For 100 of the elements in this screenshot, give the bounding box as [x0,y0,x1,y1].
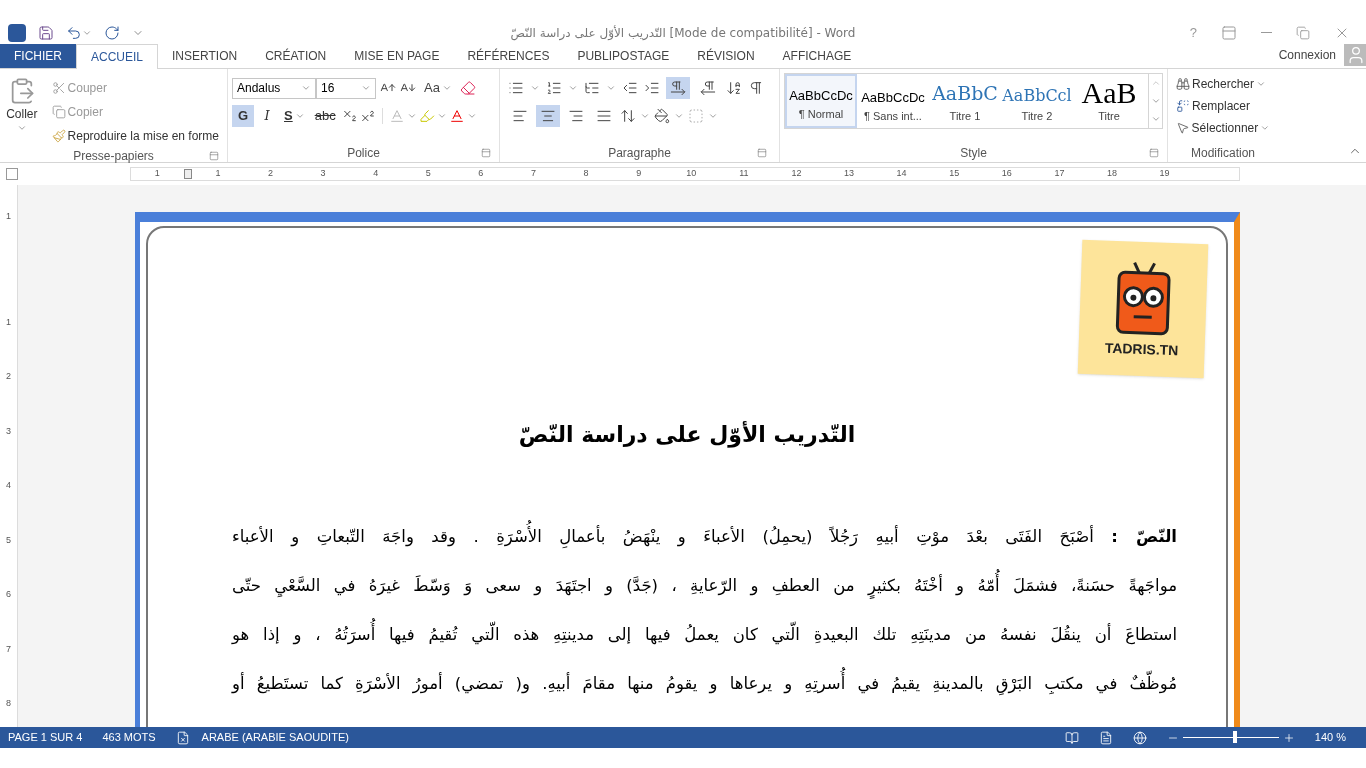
align-icon [568,108,584,124]
save-icon [38,24,54,41]
ribbon-tab[interactable]: MISE EN PAGE [340,44,454,68]
superscript-icon [359,108,376,124]
word-count[interactable]: 463 MOTS [102,729,156,746]
ruler-number: 14 [895,167,908,181]
style-gallery-item[interactable]: AaBbCcl Titre 2 [1001,74,1073,128]
ruler-number: 4 [6,479,11,492]
select-button[interactable]: Sélectionner [1172,117,1274,139]
format-painter-button[interactable]: Reproduire la mise en forme [47,125,223,147]
scroll-up-icon [1150,78,1161,88]
ruler-number: 12 [790,167,803,181]
pilcrow-arrow-icon [700,80,716,96]
caret-icon [708,111,718,121]
highlighter-icon [418,108,435,124]
paragraph-line: مواجَهةً حسَنةً، فشمَلَ أُمّهُ و أخْتَهُ بكثيرٍ من العطفِ و الرّعايةِ ، (جَدَّ) و اجتَهَدَ و سعى وَ وَسّطَ غيرَهُ في السَّعْيِ حتّى [232,570,1177,601]
copy-icon [51,105,66,119]
sort-icon [726,80,742,96]
ribbon-tab[interactable]: INSERTION [158,44,252,68]
ribbon-tab[interactable]: PUBLIPOSTAGE [563,44,684,68]
window-title: التّدريب الأوّل على دراسة النّصّ [Mode de compatibilité] - Word [509,24,857,42]
text-effects-icon [388,108,405,124]
format-button[interactable]: abc [310,105,340,127]
ribbon-tab[interactable]: RÉVISION [683,44,769,68]
replace-button[interactable]: Remplacer [1172,95,1274,117]
style-gallery-item[interactable]: AaBbCcDc ¶ Sans int... [857,74,929,128]
paragraph-line: مُوظّفٌ في مكتبِ البَرْقِ بالمدينةِ يقيمُ في أُسرتِهِ و يرعاها و يقومُ منها مقامَ أبيهِ. و( تمضي) أمورُ الأسْرَةِ كما تستَطيعُ أو [232,668,1177,699]
restore-icon [1296,25,1310,40]
caret-icon [361,83,371,93]
group-label: Style [960,145,987,162]
ruler-number: 4 [372,167,380,181]
ribbon-tab[interactable]: RÉFÉRENCES [453,44,564,68]
ribbon-tab[interactable]: CRÉATION [251,44,341,68]
group-label: Presse-papiers [73,148,154,165]
zoom-slider-thumb[interactable] [1232,731,1237,743]
ruler-number: 1 [153,167,161,181]
document-title: التّدريب الأوّل على دراسة النّصّ [517,420,857,450]
replace-icon [1176,99,1190,113]
ruler-number: 1 [6,315,11,329]
redo-icon [104,24,120,41]
find-button[interactable]: Rechercher [1172,73,1274,95]
group-label: Modification [1191,145,1255,162]
page-count[interactable]: PAGE 1 SUR 4 [8,729,83,746]
binoculars-icon [1176,77,1190,91]
style-gallery-item[interactable]: AaBbC Titre 1 [929,74,1001,128]
web-layout-icon [1132,730,1147,745]
scissors-icon [51,81,66,95]
paste-button[interactable]: Coller [4,73,40,147]
caret-icon [294,111,305,121]
zoom-level[interactable]: 140 % [1314,729,1346,746]
pilcrow-icon [748,80,764,96]
caret-icon [640,111,650,121]
ribbon-tab[interactable]: FICHIER [0,44,76,68]
group-label: Paragraphe [608,145,671,162]
clear-formatting-icon [459,80,476,96]
ribbon-tab[interactable]: ACCUEIL [76,44,158,69]
tab-stop-icon [6,168,18,180]
bullets-icon [508,80,524,96]
paragraph-line: استطاعَ أن ينقُلَ نفسهُ من مدينَتِهِ تلك البعيدةِ الّتي كان يعملُ فيها إلى مدينتِهِ هذه الّتي تُقيمُ فيها أُسرَتُهُ ، و إذا هو [232,619,1177,650]
ruler-number: 5 [6,533,11,547]
caret-icon [301,83,311,93]
format-button[interactable]: I [256,105,278,127]
ruler-number: 1 [214,167,222,181]
caret-icon [530,83,540,93]
font-size-field[interactable]: 16 [316,77,376,99]
caret-icon [441,83,452,93]
pointer-icon [1176,121,1190,135]
caret-icon [16,123,27,133]
align-button[interactable] [536,105,560,127]
print-layout-icon [1098,730,1113,745]
dialog-launcher-icon [481,148,491,158]
ruler-number: 6 [477,167,485,181]
change-case-button[interactable]: Aa [420,77,456,99]
ruler-number: 7 [6,642,11,656]
caret-icon [436,111,447,121]
ruler-number: 1 [6,210,11,223]
ruler-number: 17 [1053,167,1066,181]
multilevel-list-icon [584,80,600,96]
caret-icon [406,111,417,121]
caret-icon [568,83,578,93]
ruler-number: 2 [6,370,11,383]
font-color-icon [448,108,465,124]
decrease-indent-icon [622,80,638,96]
ribbon-options-icon [1221,24,1237,41]
style-gallery-item[interactable]: AaBbCcDc ¶ Normal [785,74,857,128]
format-button[interactable]: S [280,105,309,127]
ruler-number: 3 [319,167,327,181]
text-direction-button[interactable] [666,77,690,99]
format-button[interactable]: G [232,105,254,127]
sign-in-link[interactable]: Connexion [1278,46,1336,64]
style-gallery-item[interactable]: AaB Titre [1073,74,1145,128]
language-label[interactable]: ARABE (ARABIE SAOUDITE) [201,729,349,746]
ruler-number: 15 [948,167,961,181]
dialog-launcher-icon [757,148,767,158]
align-icon [512,108,528,124]
font-name-field[interactable]: Andalus [232,77,316,99]
paragraph-line: النّصّ : أصْبَحَ الفَتَى بعْدَ موْتِ أبيهِ رَجُلاً (يحمِلُ) الأعباءَ و ينْهَضُ بأعمالِ الأُسْرَةِ . وقد واجَهَ التّبعاتِ و الأعباء [232,521,1177,552]
ribbon-tab[interactable]: AFFICHAGE [768,44,866,68]
minimize-icon [1261,32,1272,33]
align-icon [540,108,556,124]
